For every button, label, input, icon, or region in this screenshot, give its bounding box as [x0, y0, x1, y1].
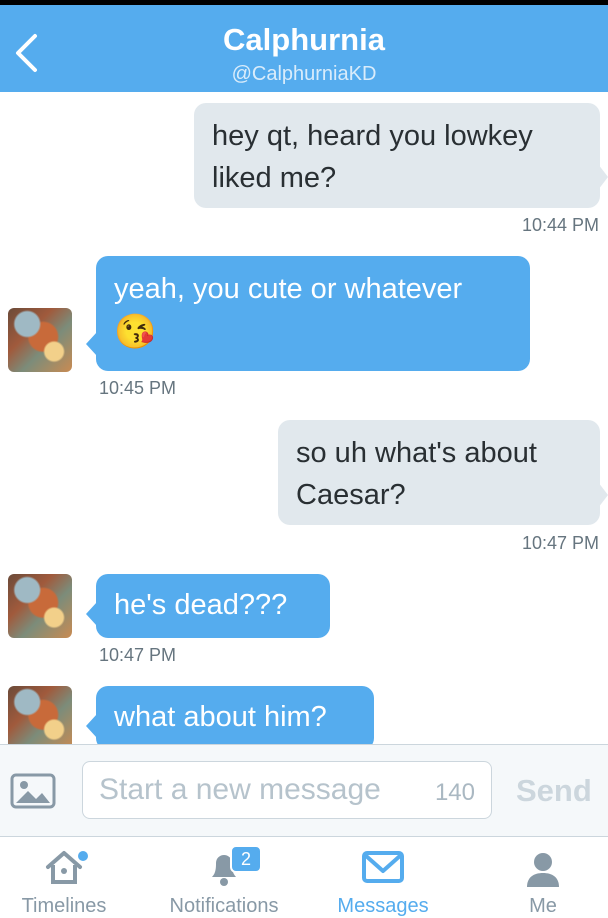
message-input[interactable]: Start a new message 140	[82, 761, 492, 819]
tab-notifications[interactable]: 2 Notifications	[148, 837, 300, 917]
message-line: yeah, you cute or whatever	[114, 273, 463, 305]
message-thread[interactable]: hey qt, heard you lowkey liked me? 10:44…	[0, 92, 608, 744]
sent-message-bubble[interactable]: so uh what's about Caesar?	[278, 420, 600, 525]
contact-avatar[interactable]	[8, 308, 72, 372]
bubble-tail	[86, 714, 97, 738]
envelope-icon	[362, 851, 404, 883]
bubble-tail	[86, 332, 97, 356]
character-counter: 140	[434, 779, 475, 806]
message-timestamp: 10:47 PM	[521, 533, 599, 553]
message-timestamp: 10:47 PM	[99, 645, 177, 665]
tab-me[interactable]: Me	[467, 837, 608, 917]
add-photo-button[interactable]	[10, 773, 56, 809]
conversation-header: Calphurnia @CalphurniaKD	[0, 0, 608, 92]
conversation-handle[interactable]: @CalphurniaKD	[0, 63, 608, 86]
new-content-dot	[78, 851, 88, 861]
message-line: what about him?	[114, 701, 327, 733]
tab-label: Messages	[337, 895, 429, 917]
tab-label: Me	[529, 895, 557, 917]
bubble-tail	[598, 482, 608, 508]
message-emoji: 😘	[114, 313, 157, 351]
tab-messages[interactable]: Messages	[307, 837, 459, 917]
tab-timelines[interactable]: Timelines	[0, 837, 140, 917]
message-line: he's dead???	[114, 589, 288, 621]
message-line: so uh what's about	[296, 437, 537, 469]
image-icon	[10, 773, 56, 809]
notification-badge: 2	[230, 845, 262, 873]
message-composer: Start a new message 140 Send	[0, 744, 608, 836]
sent-message-bubble[interactable]: hey qt, heard you lowkey liked me?	[194, 103, 600, 208]
contact-avatar[interactable]	[8, 574, 72, 638]
bubble-tail	[598, 164, 608, 190]
tab-label: Notifications	[169, 895, 279, 917]
conversation-title[interactable]: Calphurnia	[0, 22, 608, 58]
message-line: Caesar?	[296, 479, 406, 511]
tab-bar: Timelines 2 Notifications Messages Me	[0, 836, 608, 917]
received-message-bubble[interactable]: yeah, you cute or whatever 😘	[96, 256, 530, 371]
person-icon	[527, 853, 559, 887]
message-timestamp: 10:45 PM	[99, 378, 177, 398]
received-message-bubble[interactable]: what about him?	[96, 686, 374, 744]
message-input-placeholder: Start a new message	[99, 773, 381, 806]
tab-label: Timelines	[21, 895, 107, 917]
bubble-tail	[86, 602, 97, 626]
message-line: liked me?	[212, 162, 337, 194]
message-timestamp: 10:44 PM	[521, 215, 599, 235]
contact-avatar[interactable]	[8, 686, 72, 744]
send-button[interactable]: Send	[516, 773, 592, 809]
message-line: hey qt, heard you lowkey	[212, 120, 533, 152]
received-message-bubble[interactable]: he's dead???	[96, 574, 330, 638]
